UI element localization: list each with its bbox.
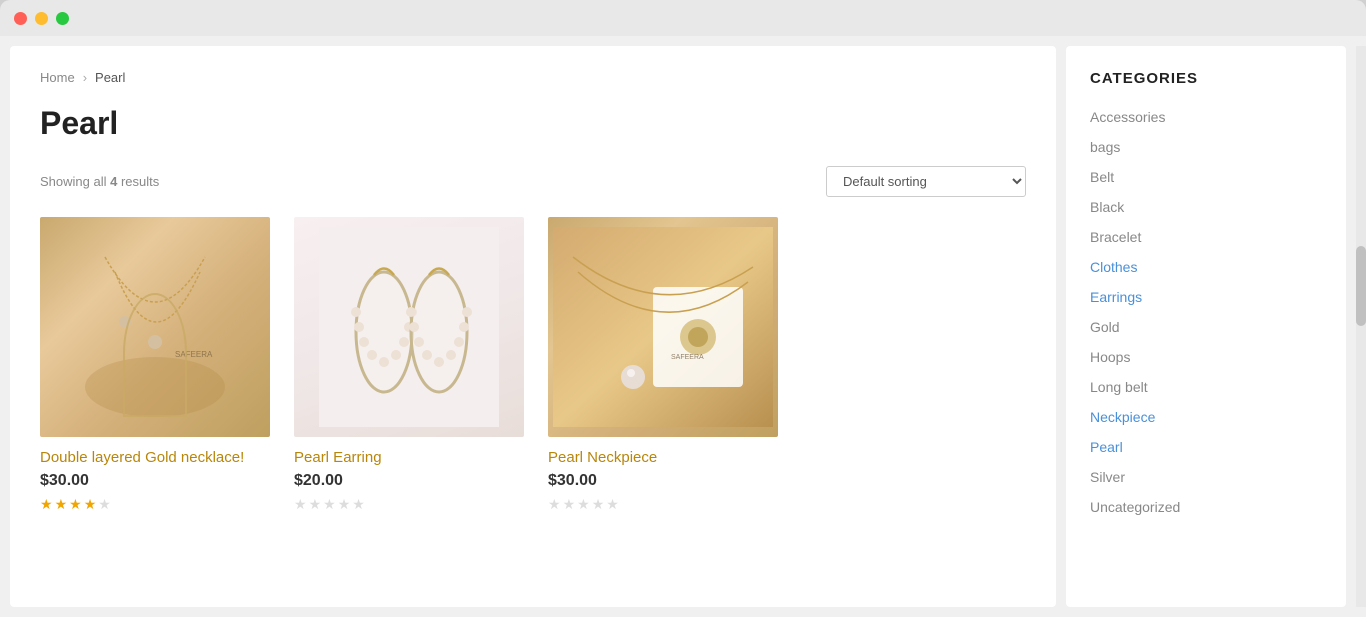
category-link-belt[interactable]: Belt [1090, 169, 1114, 185]
category-link-accessories[interactable]: Accessories [1090, 109, 1165, 125]
list-item: Black [1090, 195, 1322, 221]
category-link-pearl[interactable]: Pearl [1090, 439, 1123, 455]
star-1-1: ★ [40, 496, 53, 513]
breadcrumb-separator: › [83, 70, 87, 85]
breadcrumb-home[interactable]: Home [40, 70, 75, 85]
star-3-3: ★ [577, 496, 590, 513]
list-item: Accessories [1090, 105, 1322, 131]
list-item: Pearl [1090, 435, 1322, 461]
browser-content: Home › Pearl Pearl Showing all 4 results… [0, 36, 1366, 617]
star-2-5: ★ [352, 496, 365, 513]
page-title: Pearl [40, 105, 1026, 142]
product-rating-1: ★ ★ ★ ★ ★ [40, 496, 270, 513]
product-rating-2: ★ ★ ★ ★ ★ [294, 496, 524, 513]
category-link-clothes[interactable]: Clothes [1090, 259, 1137, 275]
category-link-bracelet[interactable]: Bracelet [1090, 229, 1141, 245]
star-3-1: ★ [548, 496, 561, 513]
list-item: Uncategorized [1090, 495, 1322, 521]
category-link-neckpiece[interactable]: Neckpiece [1090, 409, 1155, 425]
product-rating-3: ★ ★ ★ ★ ★ [548, 496, 778, 513]
sidebar-title: CATEGORIES [1090, 70, 1322, 87]
list-item: bags [1090, 135, 1322, 161]
star-1-3: ★ [69, 496, 82, 513]
svg-text:SAFEERA: SAFEERA [175, 350, 213, 359]
list-item: Hoops [1090, 345, 1322, 371]
breadcrumb: Home › Pearl [40, 70, 1026, 85]
list-item: Earrings [1090, 285, 1322, 311]
products-grid: SAFEERA Double layered Gold necklace! $3… [40, 217, 1026, 513]
star-2-1: ★ [294, 496, 307, 513]
toolbar: Showing all 4 results Default sorting So… [40, 166, 1026, 197]
star-2-3: ★ [323, 496, 336, 513]
product-card-2[interactable]: Pearl Earring $20.00 ★ ★ ★ ★ ★ [294, 217, 524, 513]
star-3-5: ★ [606, 496, 619, 513]
category-link-silver[interactable]: Silver [1090, 469, 1125, 485]
category-link-hoops[interactable]: Hoops [1090, 349, 1130, 365]
scrollbar-thumb[interactable] [1356, 246, 1366, 326]
star-1-5: ★ [98, 496, 111, 513]
list-item: Clothes [1090, 255, 1322, 281]
pearl-necklace-svg: SAFEERA [553, 227, 773, 427]
list-item: Silver [1090, 465, 1322, 491]
star-2-4: ★ [338, 496, 351, 513]
product-name-1: Double layered Gold necklace! [40, 449, 270, 466]
close-button[interactable] [14, 12, 27, 25]
breadcrumb-current: Pearl [95, 70, 125, 85]
minimize-button[interactable] [35, 12, 48, 25]
star-1-4: ★ [84, 496, 97, 513]
product-image-2 [294, 217, 524, 437]
list-item: Neckpiece [1090, 405, 1322, 431]
product-name-2: Pearl Earring [294, 449, 524, 466]
product-price-3: $30.00 [548, 472, 778, 490]
category-link-bags[interactable]: bags [1090, 139, 1120, 155]
list-item: Long belt [1090, 375, 1322, 401]
earring-svg [319, 227, 499, 427]
product-name-3: Pearl Neckpiece [548, 449, 778, 466]
category-link-earrings[interactable]: Earrings [1090, 289, 1142, 305]
category-list: Accessories bags Belt Black Bracelet Clo… [1090, 105, 1322, 521]
star-1-2: ★ [55, 496, 68, 513]
product-price-2: $20.00 [294, 472, 524, 490]
product-image-1: SAFEERA [40, 217, 270, 437]
product-image-earring [294, 217, 524, 437]
maximize-button[interactable] [56, 12, 69, 25]
necklace-svg: SAFEERA [65, 227, 245, 427]
product-card-1[interactable]: SAFEERA Double layered Gold necklace! $3… [40, 217, 270, 513]
scrollbar-track[interactable] [1356, 46, 1366, 607]
sort-select[interactable]: Default sorting Sort by popularity Sort … [826, 166, 1026, 197]
category-link-longbelt[interactable]: Long belt [1090, 379, 1148, 395]
list-item: Gold [1090, 315, 1322, 341]
main-content: Home › Pearl Pearl Showing all 4 results… [10, 46, 1056, 607]
sidebar: CATEGORIES Accessories bags Belt Black B… [1066, 46, 1346, 607]
product-card-3[interactable]: SAFEERA Pearl Neckpiece $30.00 ★ ★ ★ ★ ★ [548, 217, 778, 513]
star-3-4: ★ [592, 496, 605, 513]
product-price-1: $30.00 [40, 472, 270, 490]
category-link-black[interactable]: Black [1090, 199, 1124, 215]
star-2-2: ★ [309, 496, 322, 513]
product-image-3: SAFEERA [548, 217, 778, 437]
category-link-uncategorized[interactable]: Uncategorized [1090, 499, 1180, 515]
results-count: Showing all 4 results [40, 174, 159, 189]
category-link-gold[interactable]: Gold [1090, 319, 1120, 335]
product-image-pearl: SAFEERA [548, 217, 778, 437]
product-image-necklace: SAFEERA [40, 217, 270, 437]
window-chrome [0, 0, 1366, 36]
list-item: Belt [1090, 165, 1322, 191]
svg-text:SAFEERA: SAFEERA [671, 354, 704, 361]
list-item: Bracelet [1090, 225, 1322, 251]
star-3-2: ★ [563, 496, 576, 513]
